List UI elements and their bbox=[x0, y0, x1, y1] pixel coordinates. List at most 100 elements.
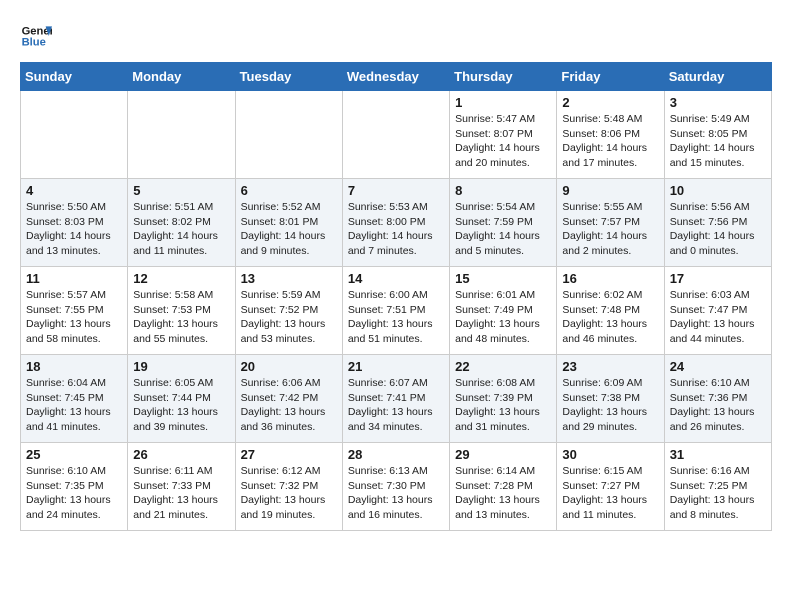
calendar-cell bbox=[21, 91, 128, 179]
day-number: 21 bbox=[348, 359, 444, 374]
day-number: 17 bbox=[670, 271, 766, 286]
calendar-cell: 16 Sunrise: 6:02 AM Sunset: 7:48 PM Dayli… bbox=[557, 267, 664, 355]
day-number: 20 bbox=[241, 359, 337, 374]
day-number: 22 bbox=[455, 359, 551, 374]
calendar-cell: 27 Sunrise: 6:12 AM Sunset: 7:32 PM Dayli… bbox=[235, 443, 342, 531]
day-content: Sunrise: 6:03 AM Sunset: 7:47 PM Dayligh… bbox=[670, 288, 766, 347]
calendar-cell: 9Sunrise: 5:55 AM Sunset: 7:57 PM Daylig… bbox=[557, 179, 664, 267]
day-content: Sunrise: 6:13 AM Sunset: 7:30 PM Dayligh… bbox=[348, 464, 444, 523]
day-content: Sunrise: 6:09 AM Sunset: 7:38 PM Dayligh… bbox=[562, 376, 658, 435]
day-content: Sunrise: 6:00 AM Sunset: 7:51 PM Dayligh… bbox=[348, 288, 444, 347]
day-content: Sunrise: 6:04 AM Sunset: 7:45 PM Dayligh… bbox=[26, 376, 122, 435]
col-header-saturday: Saturday bbox=[664, 63, 771, 91]
calendar-cell: 31 Sunrise: 6:16 AM Sunset: 7:25 PM Dayli… bbox=[664, 443, 771, 531]
calendar-cell: 17 Sunrise: 6:03 AM Sunset: 7:47 PM Dayli… bbox=[664, 267, 771, 355]
day-number: 7 bbox=[348, 183, 444, 198]
day-number: 29 bbox=[455, 447, 551, 462]
calendar-cell: 11 Sunrise: 5:57 AM Sunset: 7:55 PM Dayli… bbox=[21, 267, 128, 355]
day-content: Sunrise: 6:16 AM Sunset: 7:25 PM Dayligh… bbox=[670, 464, 766, 523]
col-header-wednesday: Wednesday bbox=[342, 63, 449, 91]
day-number: 14 bbox=[348, 271, 444, 286]
day-number: 6 bbox=[241, 183, 337, 198]
calendar-cell: 30Sunrise: 6:15 AM Sunset: 7:27 PM Dayli… bbox=[557, 443, 664, 531]
day-content: Sunrise: 6:11 AM Sunset: 7:33 PM Dayligh… bbox=[133, 464, 229, 523]
day-number: 27 bbox=[241, 447, 337, 462]
svg-text:Blue: Blue bbox=[22, 37, 46, 49]
day-number: 13 bbox=[241, 271, 337, 286]
day-number: 5 bbox=[133, 183, 229, 198]
day-content: Sunrise: 5:59 AM Sunset: 7:52 PM Dayligh… bbox=[241, 288, 337, 347]
calendar-cell: 26 Sunrise: 6:11 AM Sunset: 7:33 PM Dayli… bbox=[128, 443, 235, 531]
col-header-sunday: Sunday bbox=[21, 63, 128, 91]
day-content: Sunrise: 6:14 AM Sunset: 7:28 PM Dayligh… bbox=[455, 464, 551, 523]
calendar-cell: 4 Sunrise: 5:50 AM Sunset: 8:03 PM Daylig… bbox=[21, 179, 128, 267]
day-content: Sunrise: 5:56 AM Sunset: 7:56 PM Dayligh… bbox=[670, 200, 766, 259]
calendar-header-row: SundayMondayTuesdayWednesdayThursdayFrid… bbox=[21, 63, 772, 91]
day-number: 10 bbox=[670, 183, 766, 198]
col-header-tuesday: Tuesday bbox=[235, 63, 342, 91]
calendar-cell: 28 Sunrise: 6:13 AM Sunset: 7:30 PM Dayli… bbox=[342, 443, 449, 531]
day-content: Sunrise: 6:10 AM Sunset: 7:36 PM Dayligh… bbox=[670, 376, 766, 435]
day-content: Sunrise: 5:51 AM Sunset: 8:02 PM Dayligh… bbox=[133, 200, 229, 259]
day-content: Sunrise: 6:01 AM Sunset: 7:49 PM Dayligh… bbox=[455, 288, 551, 347]
day-number: 31 bbox=[670, 447, 766, 462]
day-number: 3 bbox=[670, 95, 766, 110]
day-content: Sunrise: 6:08 AM Sunset: 7:39 PM Dayligh… bbox=[455, 376, 551, 435]
day-content: Sunrise: 5:50 AM Sunset: 8:03 PM Dayligh… bbox=[26, 200, 122, 259]
calendar-cell: 23 Sunrise: 6:09 AM Sunset: 7:38 PM Dayli… bbox=[557, 355, 664, 443]
day-content: Sunrise: 6:07 AM Sunset: 7:41 PM Dayligh… bbox=[348, 376, 444, 435]
day-number: 4 bbox=[26, 183, 122, 198]
day-number: 8 bbox=[455, 183, 551, 198]
day-number: 11 bbox=[26, 271, 122, 286]
day-number: 18 bbox=[26, 359, 122, 374]
calendar-cell: 1 Sunrise: 5:47 AM Sunset: 8:07 PM Daylig… bbox=[450, 91, 557, 179]
day-content: Sunrise: 5:49 AM Sunset: 8:05 PM Dayligh… bbox=[670, 112, 766, 171]
day-content: Sunrise: 6:05 AM Sunset: 7:44 PM Dayligh… bbox=[133, 376, 229, 435]
calendar-cell: 19 Sunrise: 6:05 AM Sunset: 7:44 PM Dayli… bbox=[128, 355, 235, 443]
day-content: Sunrise: 6:10 AM Sunset: 7:35 PM Dayligh… bbox=[26, 464, 122, 523]
day-content: Sunrise: 5:48 AM Sunset: 8:06 PM Dayligh… bbox=[562, 112, 658, 171]
calendar-cell: 10 Sunrise: 5:56 AM Sunset: 7:56 PM Dayli… bbox=[664, 179, 771, 267]
logo-icon: General Blue bbox=[20, 20, 52, 52]
day-number: 16 bbox=[562, 271, 658, 286]
calendar-cell: 15 Sunrise: 6:01 AM Sunset: 7:49 PM Dayli… bbox=[450, 267, 557, 355]
day-content: Sunrise: 5:47 AM Sunset: 8:07 PM Dayligh… bbox=[455, 112, 551, 171]
day-number: 23 bbox=[562, 359, 658, 374]
col-header-monday: Monday bbox=[128, 63, 235, 91]
calendar-week-5: 25Sunrise: 6:10 AM Sunset: 7:35 PM Dayli… bbox=[21, 443, 772, 531]
calendar-cell bbox=[128, 91, 235, 179]
day-content: Sunrise: 5:54 AM Sunset: 7:59 PM Dayligh… bbox=[455, 200, 551, 259]
logo: General Blue bbox=[20, 20, 56, 52]
day-number: 26 bbox=[133, 447, 229, 462]
day-number: 12 bbox=[133, 271, 229, 286]
day-content: Sunrise: 6:02 AM Sunset: 7:48 PM Dayligh… bbox=[562, 288, 658, 347]
day-content: Sunrise: 6:12 AM Sunset: 7:32 PM Dayligh… bbox=[241, 464, 337, 523]
day-number: 24 bbox=[670, 359, 766, 374]
calendar-cell: 18 Sunrise: 6:04 AM Sunset: 7:45 PM Dayli… bbox=[21, 355, 128, 443]
calendar-cell: 29 Sunrise: 6:14 AM Sunset: 7:28 PM Dayli… bbox=[450, 443, 557, 531]
calendar-week-4: 18 Sunrise: 6:04 AM Sunset: 7:45 PM Dayli… bbox=[21, 355, 772, 443]
day-number: 15 bbox=[455, 271, 551, 286]
calendar-cell: 21 Sunrise: 6:07 AM Sunset: 7:41 PM Dayli… bbox=[342, 355, 449, 443]
page-header: General Blue bbox=[20, 20, 772, 52]
day-content: Sunrise: 5:57 AM Sunset: 7:55 PM Dayligh… bbox=[26, 288, 122, 347]
day-number: 1 bbox=[455, 95, 551, 110]
day-number: 2 bbox=[562, 95, 658, 110]
calendar-cell: 24 Sunrise: 6:10 AM Sunset: 7:36 PM Dayli… bbox=[664, 355, 771, 443]
calendar-week-1: 1 Sunrise: 5:47 AM Sunset: 8:07 PM Daylig… bbox=[21, 91, 772, 179]
col-header-thursday: Thursday bbox=[450, 63, 557, 91]
day-number: 19 bbox=[133, 359, 229, 374]
day-number: 9 bbox=[562, 183, 658, 198]
day-content: Sunrise: 5:53 AM Sunset: 8:00 PM Dayligh… bbox=[348, 200, 444, 259]
calendar-cell: 13 Sunrise: 5:59 AM Sunset: 7:52 PM Dayli… bbox=[235, 267, 342, 355]
calendar-cell: 2 Sunrise: 5:48 AM Sunset: 8:06 PM Daylig… bbox=[557, 91, 664, 179]
calendar-cell bbox=[342, 91, 449, 179]
calendar-cell: 3 Sunrise: 5:49 AM Sunset: 8:05 PM Daylig… bbox=[664, 91, 771, 179]
calendar-cell: 6Sunrise: 5:52 AM Sunset: 8:01 PM Daylig… bbox=[235, 179, 342, 267]
calendar-cell: 8 Sunrise: 5:54 AM Sunset: 7:59 PM Daylig… bbox=[450, 179, 557, 267]
day-number: 28 bbox=[348, 447, 444, 462]
day-content: Sunrise: 6:06 AM Sunset: 7:42 PM Dayligh… bbox=[241, 376, 337, 435]
col-header-friday: Friday bbox=[557, 63, 664, 91]
calendar-cell: 12Sunrise: 5:58 AM Sunset: 7:53 PM Dayli… bbox=[128, 267, 235, 355]
calendar-cell: 25Sunrise: 6:10 AM Sunset: 7:35 PM Dayli… bbox=[21, 443, 128, 531]
